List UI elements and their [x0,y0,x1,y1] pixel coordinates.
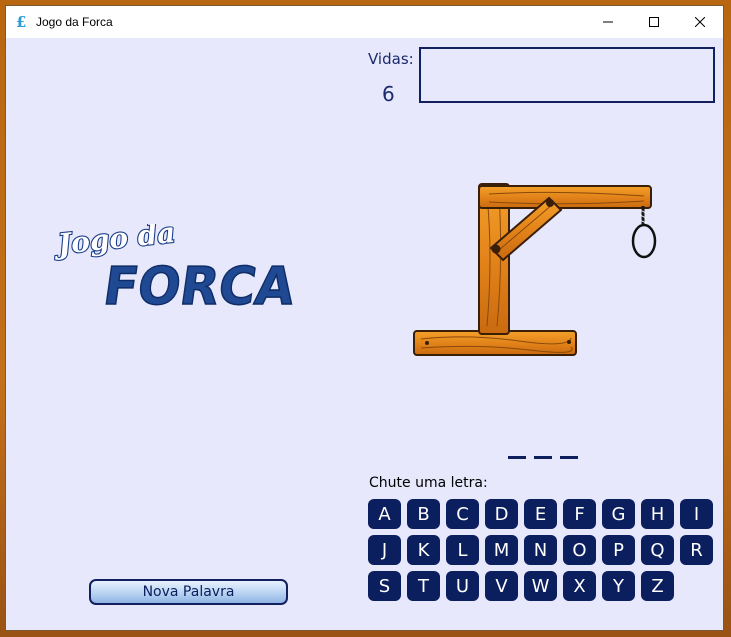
lives-label: Vidas: [368,50,414,68]
lives-count: 6 [382,82,395,106]
letter-key-j[interactable]: J [368,535,401,565]
game-area: Vidas: 6 Jogo da FORCA Chute uma letra: … [6,38,723,632]
gallows-image [413,183,657,356]
guess-label: Chute uma letra: [369,475,488,491]
letter-blank [534,456,552,459]
letter-key-n[interactable]: N [524,535,557,565]
maximize-button[interactable] [631,6,677,38]
logo-line2: FORCA [100,257,299,317]
letter-key-o[interactable]: O [563,535,596,565]
letter-key-u[interactable]: U [446,571,479,601]
word-display [508,440,578,459]
close-icon [695,17,705,27]
window-controls [585,6,723,38]
letter-key-z[interactable]: Z [641,571,674,601]
letter-key-f[interactable]: F [563,499,596,529]
window-title: Jogo da Forca [36,15,113,29]
minimize-icon [603,21,613,23]
maximize-icon [649,17,659,27]
letter-key-r[interactable]: R [680,535,713,565]
letter-blank [560,456,578,459]
letter-blank [508,456,526,459]
wrong-letters-box [419,47,715,103]
app-icon: £ [16,13,27,31]
letter-key-x[interactable]: X [563,571,596,601]
new-word-button[interactable]: Nova Palavra [89,579,288,605]
letter-key-v[interactable]: V [485,571,518,601]
letter-key-l[interactable]: L [446,535,479,565]
letter-key-b[interactable]: B [407,499,440,529]
letter-key-d[interactable]: D [485,499,518,529]
letter-key-c[interactable]: C [446,499,479,529]
close-button[interactable] [677,6,723,38]
letter-keyboard: ABCDEFGHI JKLMNOPQR STUVWXYZ [368,499,720,601]
app-window: £ Jogo da Forca Vidas: 6 Jogo da FORCA C… [5,5,724,631]
title-bar: £ Jogo da Forca [6,6,723,38]
letter-key-y[interactable]: Y [602,571,635,601]
letter-key-a[interactable]: A [368,499,401,529]
minimize-button[interactable] [585,6,631,38]
game-logo: Jogo da FORCA [51,224,300,318]
letter-key-k[interactable]: K [407,535,440,565]
letter-key-i[interactable]: I [680,499,713,529]
letter-key-s[interactable]: S [368,571,401,601]
letter-key-g[interactable]: G [602,499,635,529]
letter-key-h[interactable]: H [641,499,674,529]
letter-key-m[interactable]: M [485,535,518,565]
letter-key-q[interactable]: Q [641,535,674,565]
letter-key-p[interactable]: P [602,535,635,565]
letter-key-t[interactable]: T [407,571,440,601]
logo-line1: Jogo da [51,224,176,261]
letter-key-w[interactable]: W [524,571,557,601]
letter-key-e[interactable]: E [524,499,557,529]
